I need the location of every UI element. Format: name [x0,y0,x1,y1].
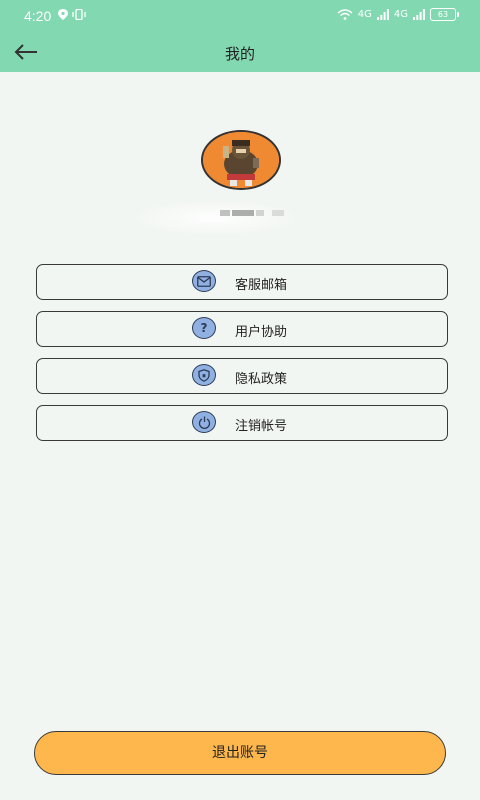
mail-icon [192,270,216,292]
page-title: 我的 [224,45,255,63]
menu-item-label: 用户协助 [235,325,288,340]
network-label-2: 4G [393,9,408,20]
logout-button[interactable]: 退出账号 [34,731,446,775]
menu-item-customer-email[interactable]: 客服邮箱 [36,264,448,300]
status-left-icons [58,9,86,20]
menu-item-label: 客服邮箱 [235,278,288,293]
signal-icon-2 [413,9,425,20]
status-bar: 4:20 4G 4G 63 [0,0,480,32]
status-right-icons: 4G 4G 63 [337,8,459,21]
username-blurred [130,200,300,236]
menu-item-label: 注销帐号 [235,419,288,434]
menu-item-label: 隐私政策 [235,372,288,387]
avatar[interactable] [201,130,281,190]
wifi-icon [337,9,353,20]
header-bar: 4:20 4G 4G 63 我的 [0,0,480,72]
network-label-1: 4G [357,9,372,20]
menu-item-user-help[interactable]: ? 用户协助 [36,311,448,347]
menu-item-delete-account[interactable]: 注销帐号 [36,405,448,441]
shield-icon [192,364,216,386]
status-time: 4:20 [24,8,52,24]
help-icon: ? [192,317,216,339]
power-icon [192,411,216,433]
profile-page: 4:20 4G 4G 63 我的 客服邮箱 ? 用户协助 隐私政策 注销帐号 退… [0,0,480,800]
battery-indicator: 63 [430,8,459,21]
signal-icon-1 [376,9,389,20]
menu-item-privacy-policy[interactable]: 隐私政策 [36,358,448,394]
location-icon [58,9,68,20]
vibrate-icon [72,9,86,20]
avatar-character-icon [203,132,279,188]
